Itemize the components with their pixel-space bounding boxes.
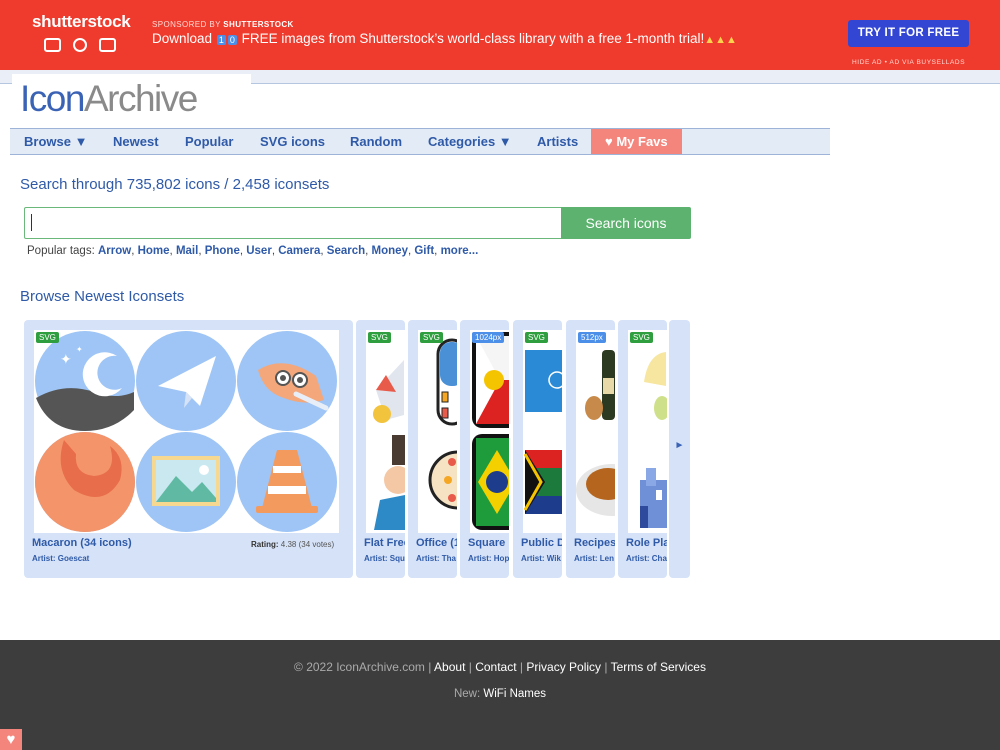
tag-link[interactable]: Home [138, 245, 170, 257]
iconset-preview [628, 330, 667, 533]
search-icons-button[interactable]: Search icons [561, 207, 691, 239]
nav-newest[interactable]: Newest [113, 129, 159, 154]
iconset-preview: ✦ ✦ [34, 330, 339, 533]
footer: © 2022 IconArchive.com | About | Contact… [0, 640, 1000, 750]
tag-link[interactable]: Phone [205, 245, 240, 257]
wifi-names-link[interactable]: WiFi Names [483, 688, 546, 700]
music-icon [73, 38, 87, 52]
tag-link[interactable]: Money [372, 245, 408, 257]
iconset-preview [576, 330, 615, 533]
tag-link[interactable]: Camera [278, 245, 320, 257]
vlc-cone-icon [237, 432, 337, 532]
footer-new: New: WiFi Names [0, 688, 1000, 700]
more-tags-link[interactable]: more... [441, 245, 479, 257]
party-popper-icon: ▲▲▲ [704, 34, 737, 46]
iconset-artist[interactable]: Artist: Hop [468, 554, 509, 563]
paper-plane-icon [136, 331, 236, 431]
iconset-preview [523, 330, 562, 533]
copyright-text: © 2022 IconArchive.com [294, 660, 425, 674]
size-badge: 512px [578, 332, 606, 343]
iconset-title[interactable]: Flat Free [364, 537, 405, 549]
nav-random[interactable]: Random [350, 129, 402, 154]
iconarchive-logo[interactable]: IconArchive [20, 78, 198, 120]
footer-terms-link[interactable]: Terms of Services [611, 660, 706, 674]
ad-text: Download 10 FREE images from Shutterstoc… [152, 31, 737, 46]
nav-my-favs[interactable]: ♥ My Favs [591, 129, 682, 154]
digit-icon: 0 [227, 35, 237, 45]
nav-popular[interactable]: Popular [185, 129, 233, 154]
ad-icon-row [44, 38, 116, 52]
iconset-preview [470, 330, 509, 533]
nav-browse[interactable]: Browse ▼ [24, 129, 87, 154]
svg-text:✦: ✦ [76, 345, 83, 354]
ad-sponsor-line: SPONSORED BY SHUTTERSTOCK [152, 20, 294, 29]
svg-text:✦: ✦ [60, 352, 72, 368]
iconset-artist[interactable]: Artist: Goescat [32, 554, 89, 563]
iconset-preview [366, 330, 405, 533]
footer-links: © 2022 IconArchive.com | About | Contact… [294, 660, 706, 674]
iconset-title[interactable]: Office (1 [416, 537, 457, 549]
footer-contact-link[interactable]: Contact [475, 660, 516, 674]
digit-icon: 1 [216, 35, 226, 45]
footer-new-label: New: [453, 688, 481, 700]
nav-artists[interactable]: Artists [537, 129, 578, 154]
iconset-title[interactable]: Role Pla [626, 537, 667, 549]
iconset-artist[interactable]: Artist: Squ [364, 554, 405, 563]
iconset-card[interactable]: SVG Public D Artist: Wik [513, 320, 562, 578]
iconset-artist[interactable]: Artist: Wik [521, 554, 561, 563]
text-caret [31, 214, 32, 231]
try-it-free-button[interactable]: TRY IT FOR FREE [848, 20, 969, 47]
iconset-title[interactable]: Public D [521, 537, 562, 549]
svg-badge: SVG [525, 332, 548, 343]
tag-link[interactable]: User [246, 245, 272, 257]
iconset-artist[interactable]: Artist: Cha [626, 554, 667, 563]
size-badge: 1024px [472, 332, 505, 343]
tag-link[interactable]: Arrow [98, 245, 131, 257]
footer-privacy-link[interactable]: Privacy Policy [526, 660, 601, 674]
gimp-icon [237, 331, 337, 431]
svg-badge: SVG [630, 332, 653, 343]
firefox-icon [35, 432, 135, 532]
play-icon [99, 38, 116, 52]
iconset-card[interactable]: 512px Recipes Artist: Len [566, 320, 615, 578]
next-arrow-button[interactable]: ► [669, 320, 690, 578]
arrow-right-icon: ► [674, 440, 685, 451]
shutterstock-logo: shutterstock [32, 12, 131, 31]
hide-ad-link[interactable]: HIDE AD • AD VIA BUYSELLADS [852, 59, 965, 66]
iconset-rating: Rating: 4.38 (34 votes) [251, 540, 335, 549]
popular-tags-label: Popular tags: [27, 245, 95, 257]
camera-icon [44, 38, 61, 52]
iconset-artist[interactable]: Artist: Tha [416, 554, 456, 563]
search-input[interactable] [24, 207, 561, 239]
iconset-card[interactable]: SVG Role Pla Artist: Cha [618, 320, 667, 578]
tag-link[interactable]: Mail [176, 245, 198, 257]
iconset-artist[interactable]: Artist: Len [574, 554, 614, 563]
tag-link[interactable]: Search [327, 245, 365, 257]
iconset-preview [418, 330, 457, 533]
svg-badge: SVG [420, 332, 443, 343]
iconset-title[interactable]: Square [468, 537, 505, 549]
nav-categories[interactable]: Categories ▼ [428, 129, 512, 154]
svg-badge: SVG [368, 332, 391, 343]
sponsored-ad-banner[interactable]: shutterstock SPONSORED BY SHUTTERSTOCK D… [0, 0, 1000, 70]
main-nav: Browse ▼ Newest Popular SVG icons Random… [10, 128, 830, 155]
footer-about-link[interactable]: About [434, 660, 465, 674]
tag-link[interactable]: Gift [414, 245, 434, 257]
iconset-card[interactable]: SVG Flat Free Artist: Squ [356, 320, 405, 578]
nav-svg-icons[interactable]: SVG icons [260, 129, 325, 154]
iconset-title[interactable]: Recipes [574, 537, 615, 549]
iconset-card[interactable]: 1024px Square Artist: Hop [460, 320, 509, 578]
iconset-card-macaron[interactable]: ✦ ✦ SVG Macaron (34 icons) Artist: Goesc… [24, 320, 353, 578]
image-icon [136, 432, 236, 532]
svg-badge: SVG [36, 332, 59, 343]
search-title: Search through 735,802 icons / 2,458 ico… [20, 176, 330, 193]
iconset-title[interactable]: Macaron (34 icons) [32, 537, 132, 549]
popular-tags: Popular tags: Arrow, Home, Mail, Phone, … [27, 245, 479, 257]
heart-icon[interactable]: ♥ [0, 729, 22, 750]
night-moon-icon: ✦ ✦ [35, 331, 135, 431]
newest-iconsets-title: Browse Newest Iconsets [20, 288, 185, 305]
iconset-card[interactable]: SVG Office (1 Artist: Tha [408, 320, 457, 578]
